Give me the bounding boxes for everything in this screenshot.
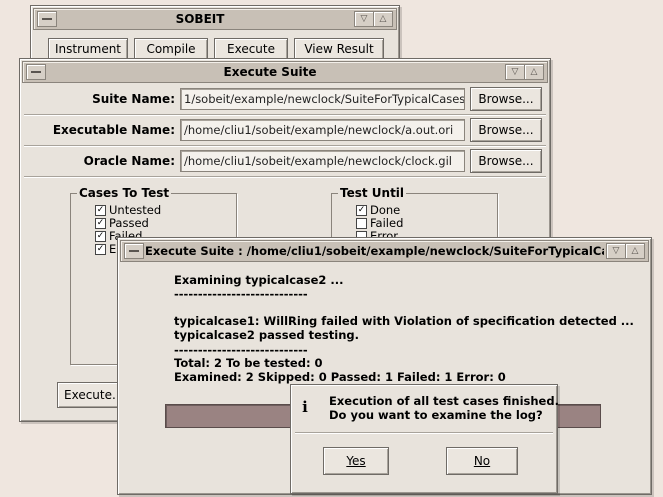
divider [295, 432, 553, 434]
error-checkbox[interactable]: ✓ E [95, 243, 116, 255]
execute-suite-titlebar: Execute Suite ▽ △ [22, 61, 548, 83]
executable-name-field[interactable]: /home/cliu1/sobeit/example/newclock/a.ou… [180, 119, 465, 141]
test-until-label: Test Until [338, 186, 407, 200]
executable-browse-button[interactable]: Browse... [470, 118, 542, 142]
done-label: Done [370, 203, 401, 217]
window-menu-icon[interactable] [37, 11, 57, 27]
progress-title: Execute Suite : /home/cliu1/sobeit/examp… [145, 244, 604, 258]
compile-button[interactable]: Compile [134, 38, 208, 60]
execute-button[interactable]: Execute [214, 38, 288, 60]
oracle-name-field[interactable]: /home/cliu1/sobeit/example/newclock/cloc… [180, 150, 465, 172]
suite-name-field[interactable]: 1/sobeit/example/newclock/SuiteForTypica… [180, 88, 465, 110]
oracle-name-label: Oracle Name: [83, 154, 175, 168]
separator-line: ---------------------------- [174, 287, 308, 301]
yes-button[interactable]: Yes [323, 447, 389, 475]
divider [24, 114, 546, 116]
no-button[interactable]: No [446, 447, 518, 475]
case2-result: typicalcase2 passed testing. [174, 328, 359, 342]
view-result-button[interactable]: View Result [294, 38, 384, 60]
minimize-icon[interactable]: ▽ [606, 243, 626, 259]
checkmark-icon: ✓ [356, 205, 367, 216]
execute-suite-title: Execute Suite [223, 65, 317, 79]
maximize-icon[interactable]: △ [524, 64, 544, 80]
sobeit-title: SOBEIT [175, 12, 225, 26]
sobeit-titlebar: SOBEIT ▽ △ [33, 8, 397, 30]
done-checkbox[interactable]: ✓ Done [356, 204, 400, 216]
until-failed-checkbox[interactable]: Failed [356, 217, 403, 229]
error-label: E [109, 242, 117, 256]
info-icon: i [302, 398, 308, 416]
until-failed-label: Failed [370, 216, 404, 230]
divider [24, 145, 546, 147]
instrument-button[interactable]: Instrument [48, 38, 128, 60]
confirm-dialog: i Execution of all test cases finished. … [290, 384, 559, 494]
separator-line: ---------------------------- [174, 343, 308, 357]
oracle-browse-button[interactable]: Browse... [470, 149, 542, 173]
maximize-icon[interactable]: △ [625, 243, 645, 259]
minimize-icon[interactable]: ▽ [354, 11, 374, 27]
checkmark-icon: ✓ [95, 205, 106, 216]
executable-name-label: Executable Name: [52, 123, 175, 137]
case1-result: typicalcase1: WillRing failed with Viola… [174, 314, 634, 328]
divider [24, 176, 546, 178]
dialog-message-line2: Do you want to examine the log? [329, 408, 543, 422]
untested-label: Untested [109, 203, 162, 217]
maximize-icon[interactable]: △ [373, 11, 393, 27]
checkmark-icon: ✓ [95, 231, 106, 242]
passed-checkbox[interactable]: ✓ Passed [95, 217, 149, 229]
examined-line: Examined: 2 Skipped: 0 Passed: 1 Failed:… [174, 370, 506, 384]
checkmark-icon: ✓ [95, 244, 106, 255]
dialog-message-line1: Execution of all test cases finished. [329, 394, 559, 408]
totals-line: Total: 2 To be tested: 0 [174, 356, 323, 370]
progress-titlebar: Execute Suite : /home/cliu1/sobeit/examp… [120, 240, 649, 262]
window-menu-icon[interactable] [124, 243, 144, 259]
checkmark-icon: ✓ [95, 218, 106, 229]
minimize-icon[interactable]: ▽ [505, 64, 525, 80]
suite-name-label: Suite Name: [92, 92, 175, 106]
suite-browse-button[interactable]: Browse... [470, 87, 542, 111]
cases-to-test-label: Cases To Test [77, 186, 172, 200]
examining-line: Examining typicalcase2 ... [174, 273, 344, 287]
untested-checkbox[interactable]: ✓ Untested [95, 204, 161, 216]
passed-label: Passed [109, 216, 149, 230]
window-menu-icon[interactable] [26, 64, 46, 80]
